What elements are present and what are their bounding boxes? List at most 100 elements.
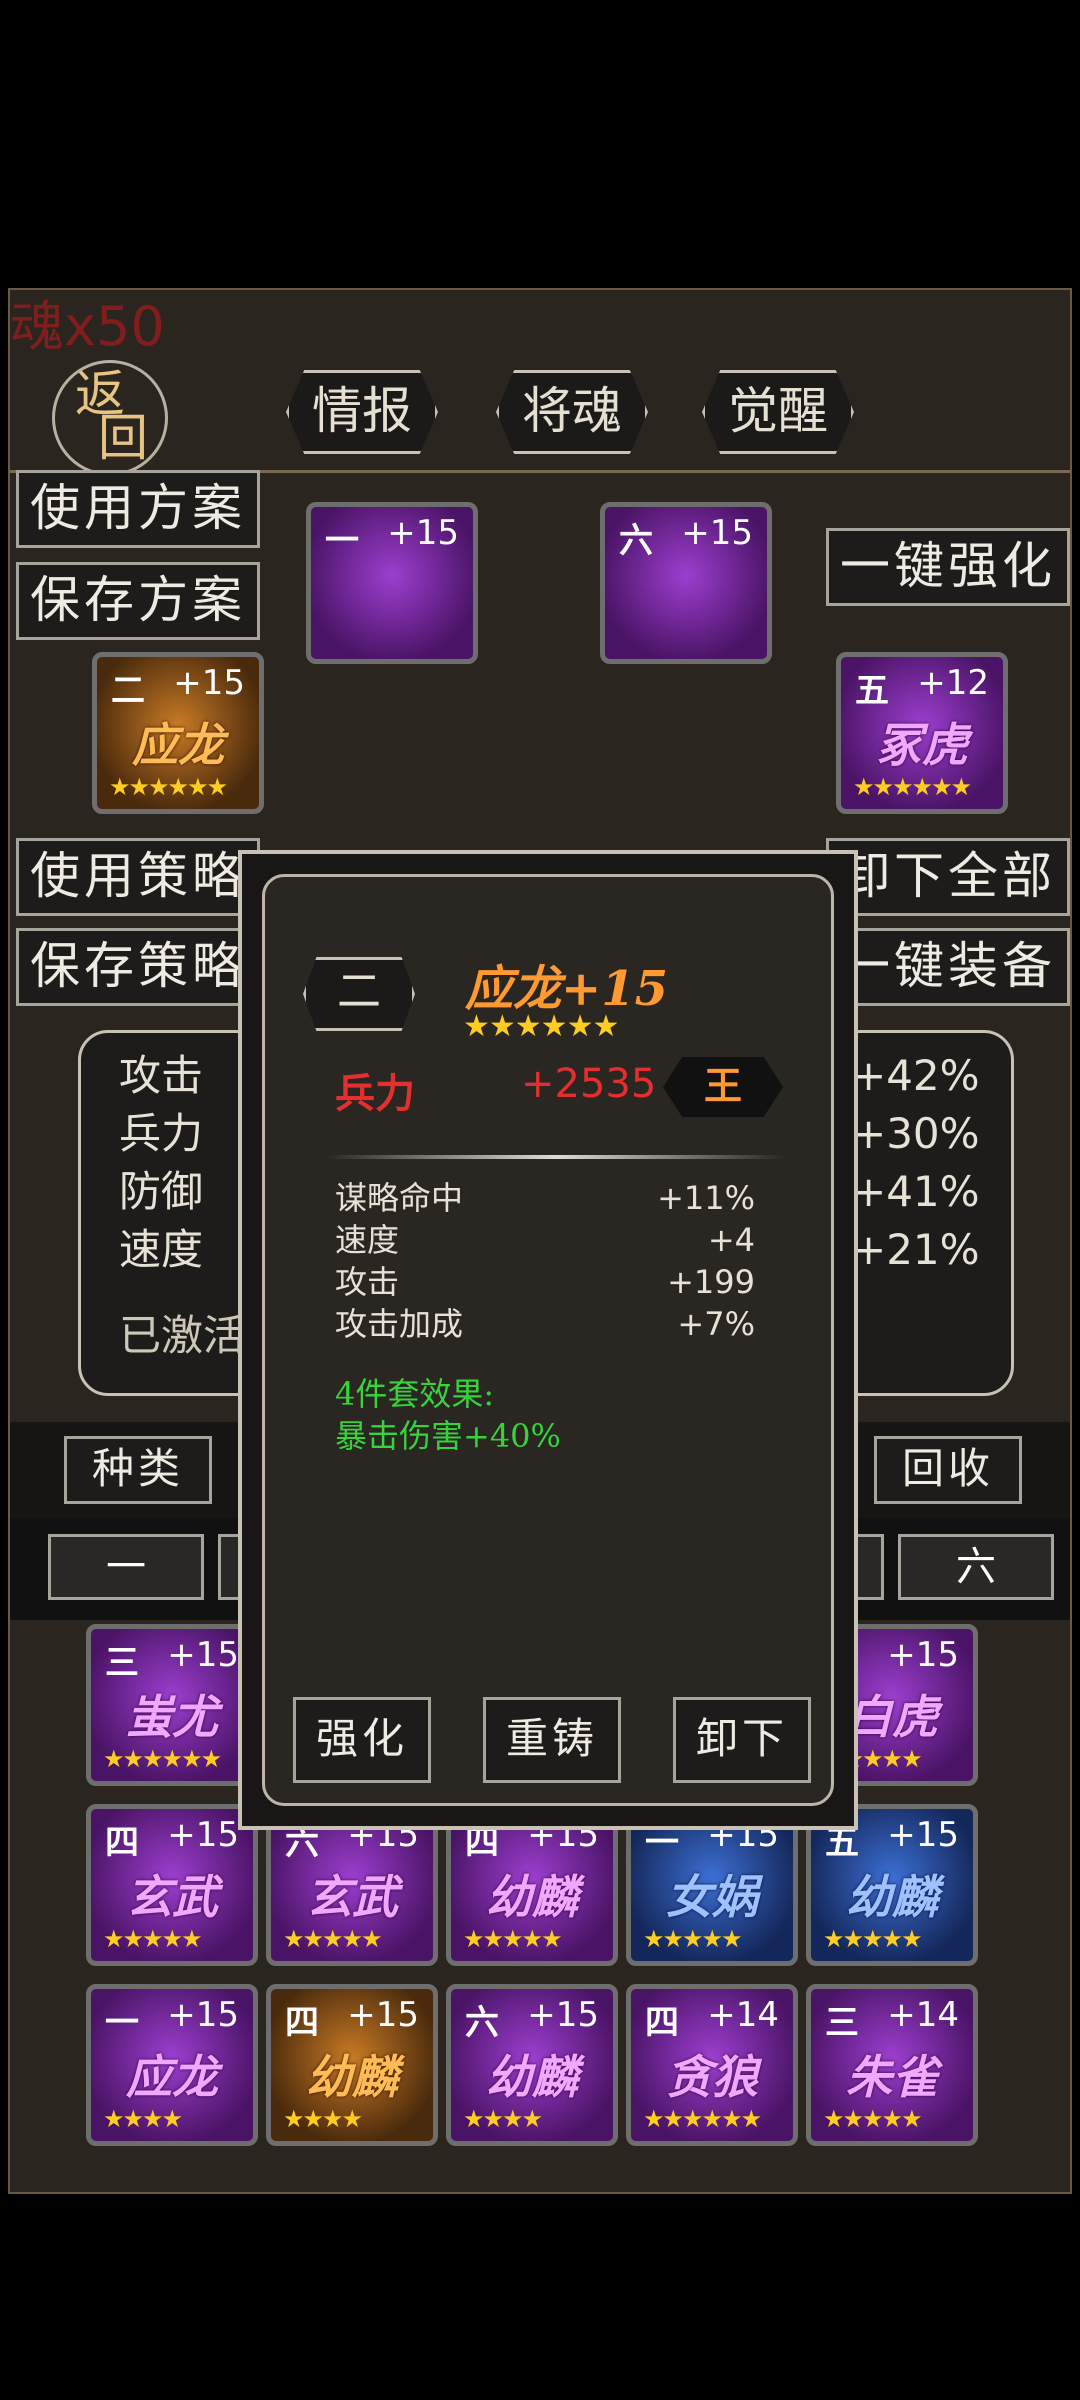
pos-tab-6[interactable]: 六 [898,1534,1054,1600]
card-level: +15 [347,1995,419,2035]
substat-value: +4 [707,1221,755,1259]
substat-row: 攻击加成 +7% [335,1303,755,1345]
recycle-button[interactable]: 回收 [874,1436,1022,1504]
card-name: 贪狼 [666,2050,758,2104]
set-effect-text: 暴击伤害+40% [335,1417,561,1455]
card-name: 玄武 [126,1870,218,1924]
substat-value: +11% [657,1179,755,1217]
save-strategy-button[interactable]: 保存策略 [16,928,260,1006]
inventory-card[interactable]: 四 +14 贪狼 ★★★★★★ [626,1984,798,2146]
stat-attack-value: +42% [851,1051,980,1100]
substat-name: 攻击加成 [335,1305,464,1343]
slot-stars: ★★★★★★ [853,773,972,801]
one-click-equip-button[interactable]: 一键装备 [826,928,1070,1006]
card-name: 幼麟 [306,2050,398,2104]
tab-awaken[interactable]: 觉醒 [702,370,854,454]
tab-soul[interactable]: 将魂 [496,370,648,454]
back-button[interactable]: 返 回 [52,360,168,476]
substat-name: 谋略命中 [335,1179,464,1217]
unequip-all-button[interactable]: 卸下全部 [826,838,1070,916]
card-name: 应龙 [126,2050,218,2104]
modal-inner: 二 应龙+15 ★★★★★★ 兵力 +2535 王 谋略命中 +11% 速度 +4 … [262,874,834,1806]
stat-troops-label: 兵力 [119,1109,204,1158]
substats-list: 谋略命中 +11% 速度 +4 攻击 +199 攻击加成 +7% [335,1177,755,1345]
main-stat-name: 兵力 [335,1070,415,1117]
inventory-card[interactable]: 三 +14 朱雀 ★★★★★ [806,1984,978,2146]
substat-row: 谋略命中 +11% [335,1177,755,1219]
card-name: 幼麟 [486,1870,578,1924]
equip-slot-2[interactable]: 二 +15 应龙 ★★★★★★ [92,652,264,814]
card-pos: 四 [645,2003,679,2043]
tab-awaken-label: 觉醒 [728,382,828,440]
set-effect-title: 4件套效果: [335,1375,495,1413]
reforge-button[interactable]: 重铸 [483,1697,621,1783]
card-stars: ★★★★ [103,2105,183,2133]
tab-intel[interactable]: 情报 [286,370,438,454]
equip-slot-5[interactable]: 五 +12 冢虎 ★★★★★★ [836,652,1008,814]
card-pos: 四 [285,2003,319,2043]
stat-speed-label: 速度 [119,1225,204,1274]
use-plan-button[interactable]: 使用方案 [16,470,260,548]
game-screen: 魂x50 返 回 情报 将魂 觉醒 使用方案 保存方案 使用策略 保存策略 一键… [8,288,1072,2194]
unequip-button[interactable]: 卸下 [673,1697,811,1783]
equipment-detail-modal: 二 应龙+15 ★★★★★★ 兵力 +2535 王 谋略命中 +11% 速度 +4 … [238,850,858,1830]
set-stats-right: +42% +30% +41% +21% [851,1047,980,1279]
card-stars: ★★★★★ [823,2105,923,2133]
enhance-button[interactable]: 强化 [293,1697,431,1783]
divider [325,1155,785,1159]
inventory-card[interactable]: 三 +15 蚩尤 ★★★★★★ [86,1624,258,1786]
save-plan-button[interactable]: 保存方案 [16,562,260,640]
slot-level: +15 [681,513,753,553]
equip-slot-1[interactable]: 一 +15 [306,502,478,664]
card-level: +15 [887,1635,959,1675]
card-pos: 四 [105,1823,139,1863]
slot-pos: 一 [325,521,359,561]
card-stars: ★★★★★ [103,1925,203,1953]
substat-value: +199 [667,1263,755,1301]
card-level: +15 [167,1815,239,1855]
grade-label: 王 [703,1063,742,1108]
modal-pos: 二 [337,966,381,1017]
slot-level: +15 [173,663,245,703]
card-stars: ★★★★★ [283,1925,383,1953]
pos-tab-1[interactable]: 一 [48,1534,204,1600]
inventory-card[interactable]: 六 +15 幼麟 ★★★★ [446,1984,618,2146]
card-level: +14 [887,1995,959,2035]
card-stars: ★★★★★★ [103,1745,222,1773]
card-stars: ★★★★ [463,2105,543,2133]
slot-stars: ★★★★★★ [109,773,228,801]
card-stars: ★★★★★ [463,1925,563,1953]
activated-label: 已激活 [119,1311,246,1360]
card-level: +15 [167,1635,239,1675]
filter-type-button[interactable]: 种类 [64,1436,212,1504]
substat-row: 速度 +4 [335,1219,755,1261]
slot-pos: 二 [111,671,145,711]
grade-badge: 王 [663,1057,783,1117]
modal-stars: ★★★★★★ [463,1009,619,1044]
card-pos: 三 [105,1643,139,1683]
stat-troops-value: +30% [851,1109,980,1158]
card-level: +15 [887,1815,959,1855]
inventory-card[interactable]: 一 +15 应龙 ★★★★ [86,1984,258,2146]
substat-name: 攻击 [335,1263,400,1301]
slot-level: +15 [387,513,459,553]
substat-value: +7% [677,1305,755,1343]
equip-slot-6[interactable]: 六 +15 [600,502,772,664]
card-name: 玄武 [306,1870,398,1924]
stat-defense-value: +41% [851,1167,980,1216]
inventory-card[interactable]: 四 +15 幼麟 ★★★★ [266,1984,438,2146]
slot-pos: 五 [855,671,889,711]
stat-speed-value: +21% [851,1225,980,1274]
card-level: +15 [167,1995,239,2035]
card-stars: ★★★★★ [643,1925,743,1953]
card-name: 蚩尤 [126,1690,218,1744]
top-bar: 返 回 情报 将魂 觉醒 [10,320,1070,476]
card-stars: ★★★★★★ [643,2105,762,2133]
substat-name: 速度 [335,1221,400,1259]
use-strategy-button[interactable]: 使用策略 [16,838,260,916]
card-level: +15 [527,1995,599,2035]
one-click-enhance-button[interactable]: 一键强化 [826,528,1070,606]
card-name: 朱雀 [846,2050,938,2104]
inventory-card[interactable]: 四 +15 玄武 ★★★★★ [86,1804,258,1966]
tab-soul-label: 将魂 [522,382,622,440]
